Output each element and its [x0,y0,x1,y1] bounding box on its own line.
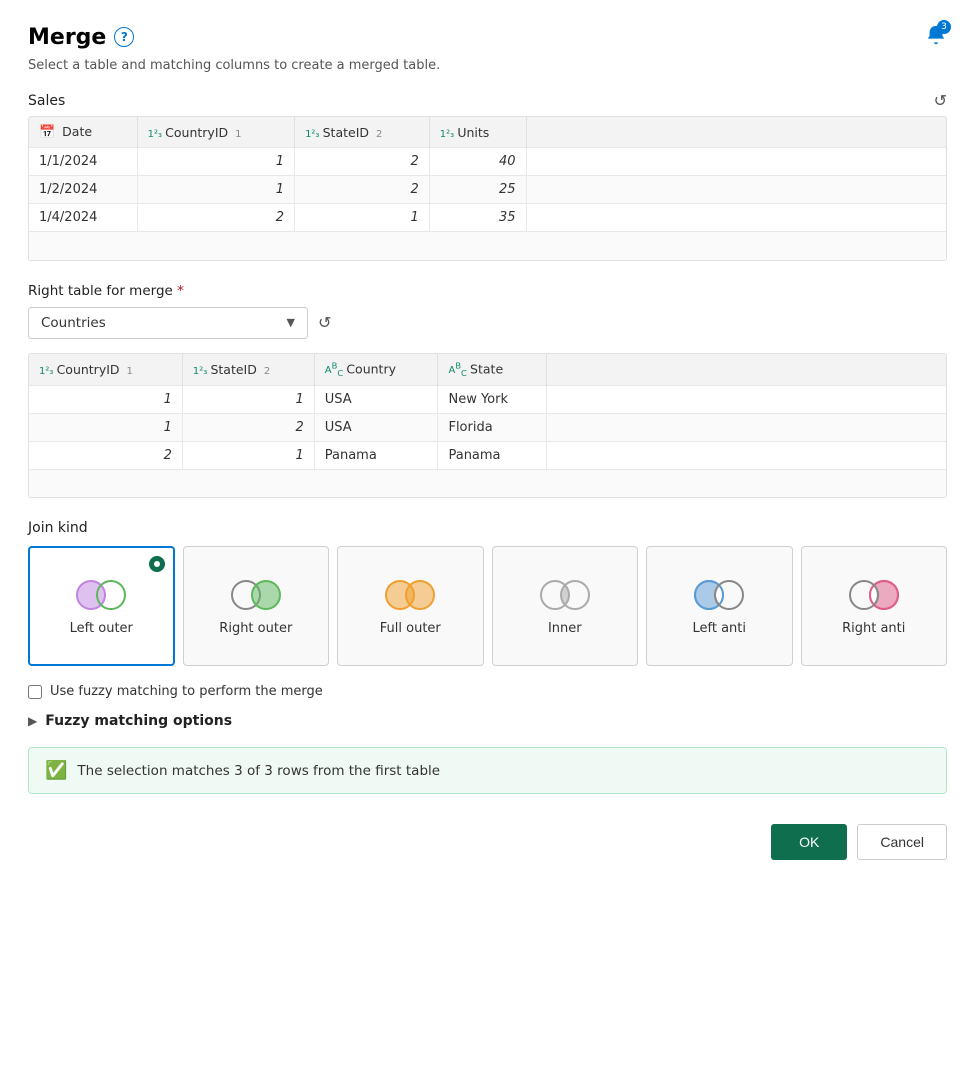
fuzzy-matching-label[interactable]: Use fuzzy matching to perform the merge [50,684,323,699]
chevron-down-icon: ▼ [287,316,295,329]
dialog-title: Merge [28,25,106,50]
countries-col-stateid[interactable]: 1²₃ StateID 2 [182,354,314,386]
success-banner: ✅ The selection matches 3 of 3 rows from… [28,747,947,794]
cancel-button[interactable]: Cancel [857,824,947,860]
join-option-right-anti[interactable]: Right anti [801,546,947,666]
dropdown-row: Countries ▼ ↺ [28,307,947,339]
required-marker: * [177,283,184,299]
full-outer-venn [382,577,438,613]
join-option-left-outer-label: Left outer [70,621,133,636]
help-icon[interactable]: ? [114,27,134,47]
join-option-full-outer[interactable]: Full outer [337,546,483,666]
right-table-section: Right table for merge * Countries ▼ ↺ 1²… [28,283,947,499]
sales-spacer-row [29,232,946,260]
countries-spacer-row [29,469,946,497]
join-option-right-anti-label: Right anti [842,621,905,636]
dialog-footer: OK Cancel [28,824,947,860]
table-row: 1/1/2024 1 2 40 [29,148,946,176]
join-option-inner[interactable]: Inner [492,546,638,666]
join-options: Left outer Right outer Full outer Inner [28,546,947,666]
fuzzy-matching-options-row[interactable]: ▶ Fuzzy matching options [28,713,947,729]
join-option-left-anti-label: Left anti [693,621,747,636]
table-row: 2 1 Panama Panama [29,441,946,469]
countries-col-country[interactable]: ABC Country [314,354,438,386]
right-outer-venn [228,577,284,613]
table-row: 1/2/2024 1 2 25 [29,176,946,204]
dialog-subtitle: Select a table and matching columns to c… [28,58,947,73]
table-row: 1 2 USA Florida [29,413,946,441]
success-check-icon: ✅ [45,760,67,781]
join-option-left-outer[interactable]: Left outer [28,546,175,666]
success-message: The selection matches 3 of 3 rows from t… [77,763,440,779]
right-table-dropdown[interactable]: Countries ▼ [28,307,308,339]
sales-table-container: 📅 Date 1²₃ CountryID 1 1²₃ StateID 2 1²₃… [28,116,947,261]
sales-label: Sales [28,93,65,109]
calendar-icon: 📅 [39,125,55,140]
right-anti-venn [846,577,902,613]
countries-col-state[interactable]: ABC State [438,354,546,386]
join-kind-label: Join kind [28,520,947,536]
left-outer-venn [73,577,129,613]
selected-indicator [149,556,165,572]
title-area: Merge ? [28,25,134,50]
sales-col-empty [526,117,946,148]
dialog-header: Merge ? 3 [28,24,947,50]
notification-badge: 3 [937,20,951,34]
countries-table: 1²₃ CountryID 1 1²₃ StateID 2 ABC Countr… [29,354,946,498]
sales-refresh-icon[interactable]: ↺ [934,91,947,110]
sales-col-units[interactable]: 1²₃ Units [429,117,526,148]
table-row: 1/4/2024 2 1 35 [29,204,946,232]
countries-table-container: 1²₃ CountryID 1 1²₃ StateID 2 ABC Countr… [28,353,947,499]
countries-col-empty [546,354,946,386]
sales-col-date[interactable]: 📅 Date [29,117,137,148]
fuzzy-matching-row[interactable]: Use fuzzy matching to perform the merge [28,684,947,699]
sales-section-header: Sales ↺ [28,91,947,110]
ok-button[interactable]: OK [771,824,847,860]
sales-col-countryid[interactable]: 1²₃ CountryID 1 [137,117,294,148]
join-option-left-anti[interactable]: Left anti [646,546,792,666]
sales-table: 📅 Date 1²₃ CountryID 1 1²₃ StateID 2 1²₃… [29,117,946,260]
right-table-field-label: Right table for merge * [28,283,947,299]
notification-icon[interactable]: 3 [925,24,947,50]
countries-col-countryid[interactable]: 1²₃ CountryID 1 [29,354,182,386]
join-option-inner-label: Inner [548,621,582,636]
fuzzy-matching-checkbox[interactable] [28,685,42,699]
left-anti-venn [691,577,747,613]
fuzzy-matching-options-label: Fuzzy matching options [45,713,232,729]
chevron-right-icon: ▶ [28,714,37,728]
join-option-right-outer-label: Right outer [219,621,292,636]
sales-col-stateid[interactable]: 1²₃ StateID 2 [295,117,430,148]
join-option-full-outer-label: Full outer [380,621,441,636]
join-option-right-outer[interactable]: Right outer [183,546,329,666]
right-table-refresh-icon[interactable]: ↺ [318,313,331,332]
table-row: 1 1 USA New York [29,385,946,413]
inner-venn [537,577,593,613]
